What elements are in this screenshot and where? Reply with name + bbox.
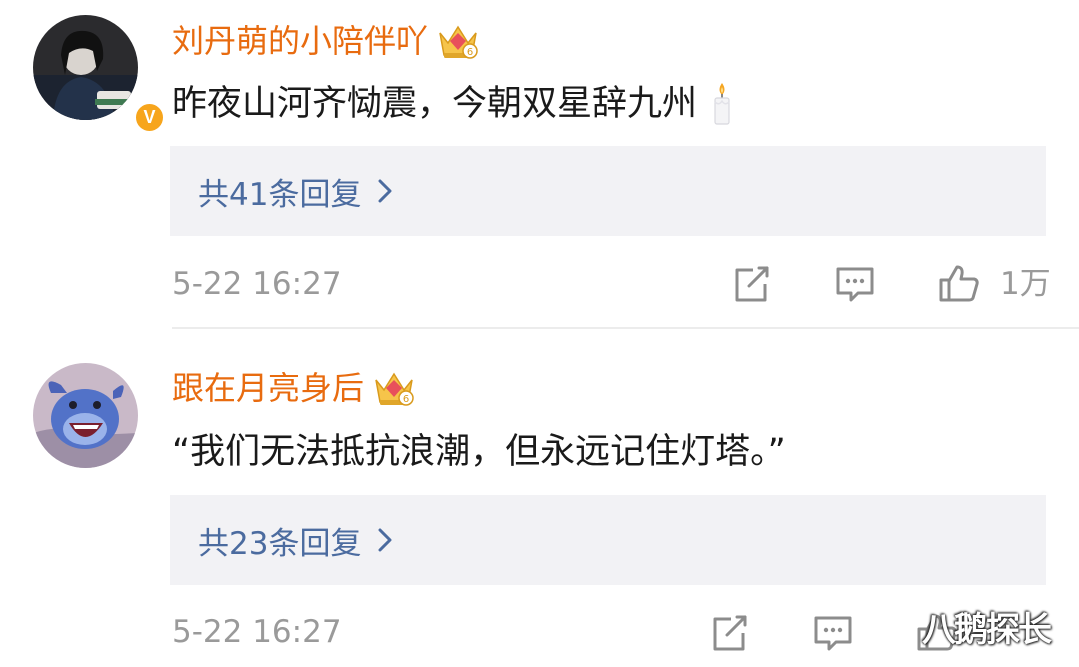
username[interactable]: 跟在月亮身后 6: [172, 366, 416, 410]
share-icon[interactable]: [729, 262, 773, 306]
comment-text: 昨夜山河齐恸震，今朝双星辞九州: [172, 80, 733, 128]
reply-count-label: 共23条回复: [198, 525, 362, 562]
comment-timestamp: 5-22 16:27: [172, 614, 342, 650]
username-text: 跟在月亮身后: [172, 369, 365, 407]
svg-text:6: 6: [403, 394, 409, 405]
comment-text-content: 昨夜山河齐恸震，今朝双星辞九州: [172, 84, 698, 124]
comment-text: “我们无法抵抗浪潮，但永远记住灯塔。”: [172, 428, 786, 476]
watermark-text: 八鹅探长: [922, 610, 1052, 650]
reply-preview-box[interactable]: 共41条回复: [170, 146, 1046, 236]
fan-crown-icon: 6: [372, 366, 416, 410]
comment-reply-icon[interactable]: [833, 262, 877, 306]
fan-crown-icon: 6: [436, 19, 480, 63]
candle-emoji-icon: [711, 81, 733, 127]
svg-text:6: 6: [467, 47, 473, 58]
comment-reply-icon[interactable]: [811, 611, 855, 655]
avatar-image: [33, 15, 138, 120]
like-thumb-icon[interactable]: [937, 262, 981, 306]
comment-timestamp: 5-22 16:27: [172, 266, 342, 302]
chevron-right-icon: [378, 528, 392, 552]
share-icon[interactable]: [707, 611, 751, 655]
username[interactable]: 刘丹萌的小陪伴吖 6: [172, 19, 480, 63]
like-count: 1万: [1000, 266, 1051, 302]
avatar[interactable]: V: [33, 15, 166, 134]
comment-text-content: “我们无法抵抗浪潮，但永远记住灯塔。”: [172, 432, 786, 472]
view-replies-link[interactable]: 共23条回复: [198, 495, 393, 585]
view-replies-link[interactable]: 共41条回复: [198, 146, 393, 236]
comment-feed: V 刘丹萌的小陪伴吖 6 昨夜山河齐恸震，今朝双星辞九州 共41条回复 5-22…: [0, 0, 1079, 667]
reply-preview-box[interactable]: 共23条回复: [170, 495, 1046, 585]
verified-badge-icon: V: [133, 101, 166, 134]
reply-count-label: 共41条回复: [198, 176, 362, 213]
avatar-image: [33, 363, 138, 468]
username-text: 刘丹萌的小陪伴吖: [172, 22, 429, 60]
avatar[interactable]: [33, 363, 138, 468]
comment-divider: [172, 327, 1079, 329]
chevron-right-icon: [378, 179, 392, 203]
